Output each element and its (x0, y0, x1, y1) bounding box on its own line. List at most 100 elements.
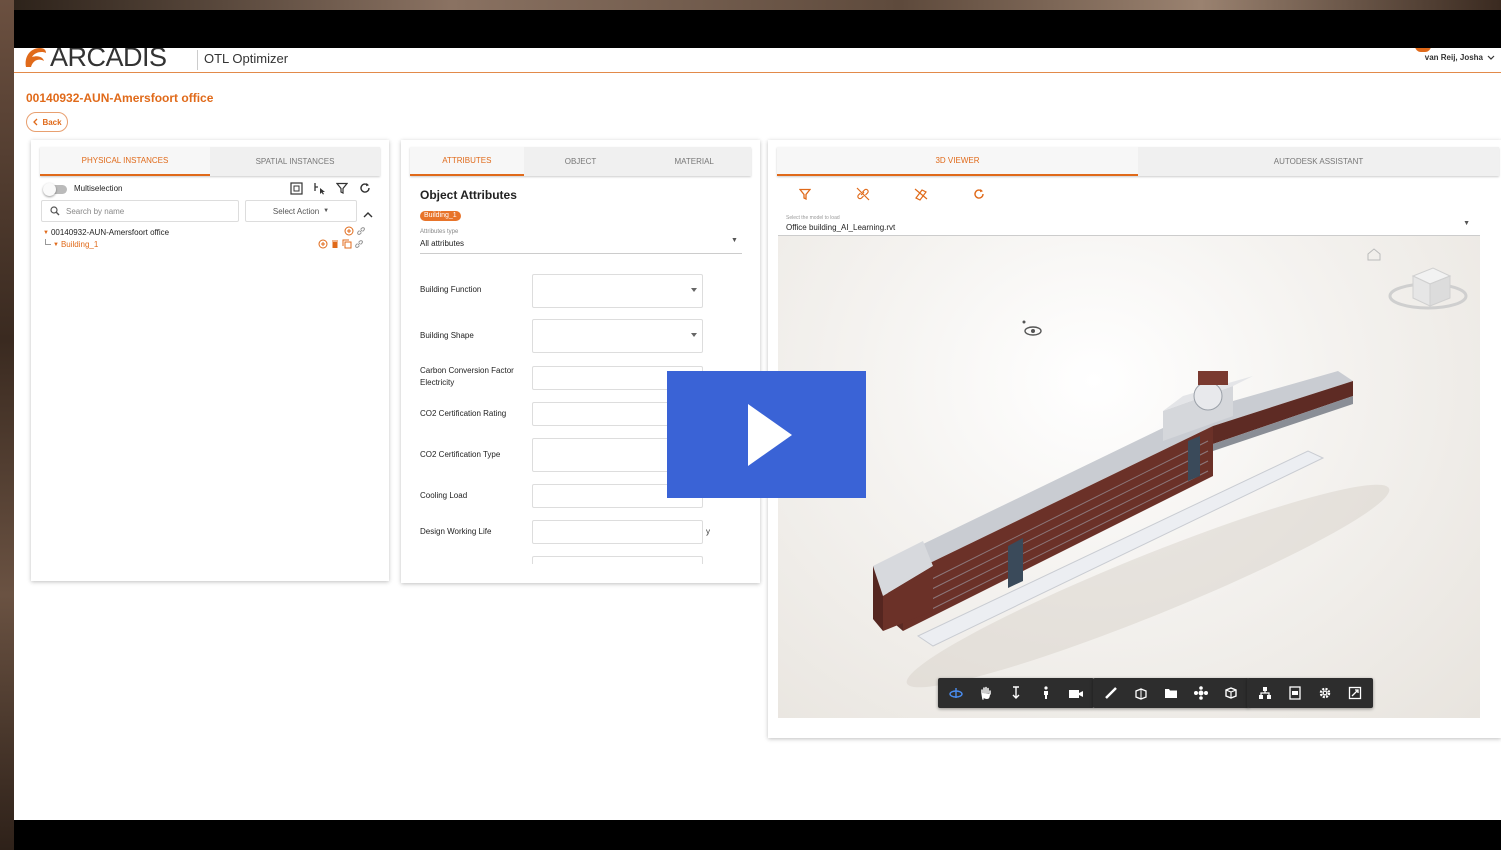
tab-autodesk-assistant[interactable]: AUTODESK ASSISTANT (1138, 147, 1499, 176)
design-working-life-input[interactable] (532, 520, 703, 544)
measure-icon[interactable] (1103, 685, 1119, 701)
model-select[interactable]: Select the model to load Office building… (778, 212, 1480, 236)
tree-node-root[interactable]: ▼ 00140932-AUN-Amersfoort office (43, 228, 169, 237)
view-cube-icon (1388, 267, 1468, 310)
design-working-life-unit: y (706, 527, 710, 536)
link-icon[interactable] (356, 226, 366, 236)
properties-icon[interactable] (1223, 685, 1239, 701)
instances-panel: PHYSICAL INSTANCES SPATIAL INSTANCES Mul… (31, 140, 389, 581)
tab-spatial-instances[interactable]: SPATIAL INSTANCES (210, 147, 380, 176)
tree-node-building-label: Building_1 (60, 240, 99, 249)
search-input[interactable] (66, 206, 226, 216)
tree-child-actions (318, 239, 364, 249)
orbit-icon[interactable] (948, 685, 964, 701)
video-letterbox-bottom (14, 820, 1501, 850)
field-label-building-function: Building Function (420, 285, 482, 294)
tree-branch-line (45, 239, 51, 245)
tab-physical-instances[interactable]: PHYSICAL INSTANCES (40, 147, 210, 176)
filter-icon[interactable] (798, 187, 812, 201)
tab-3d-viewer[interactable]: 3D VIEWER (777, 147, 1138, 176)
user-name: van Reij, Josha (1424, 53, 1483, 62)
tree-node-building[interactable]: ▼ Building_1 (45, 239, 99, 249)
camera-icon[interactable] (1068, 685, 1084, 701)
model-select-label: Select the model to load (786, 215, 840, 221)
attributes-panel: ATTRIBUTES OBJECT MATERIAL Object Attrib… (401, 140, 760, 583)
viewer-nav-group-2 (1093, 678, 1249, 708)
logo-text: ARCADIS (50, 48, 167, 72)
next-field-input[interactable] (532, 556, 703, 564)
delete-icon[interactable] (330, 239, 340, 249)
logo[interactable]: ARCADIS (22, 48, 167, 72)
field-label-building-shape: Building Shape (420, 331, 474, 340)
app-name: OTL Optimizer (204, 51, 289, 66)
caret-down-icon[interactable]: ▼ (731, 237, 738, 244)
explode-icon[interactable] (1163, 685, 1179, 701)
user-menu[interactable]: van Reij, Josha (1425, 53, 1495, 62)
instances-tabs: PHYSICAL INSTANCES SPATIAL INSTANCES (40, 147, 380, 176)
play-icon (747, 403, 792, 466)
attributes-type-label: Attributes type (420, 229, 459, 235)
chevron-down-icon (1487, 55, 1495, 60)
cursor-select-icon[interactable] (312, 181, 326, 195)
tab-object[interactable]: OBJECT (524, 147, 638, 176)
tab-attributes[interactable]: ATTRIBUTES (410, 147, 524, 176)
building-function-select[interactable] (532, 274, 703, 308)
viewer-tabs: 3D VIEWER AUTODESK ASSISTANT (777, 147, 1499, 176)
attributes-type-underline (420, 253, 742, 254)
building-model[interactable] (778, 236, 1480, 718)
attributes-type-select[interactable]: All attributes (420, 239, 464, 248)
add-circle-icon[interactable] (344, 226, 354, 236)
caret-down-icon (691, 288, 697, 292)
pan-icon[interactable] (978, 685, 994, 701)
link-icon[interactable] (354, 239, 364, 249)
viewer-toolbar (798, 187, 986, 201)
hide-icon[interactable] (914, 187, 928, 201)
back-button[interactable]: Back (26, 112, 68, 132)
chevron-up-icon[interactable] (363, 206, 373, 218)
settings-icon[interactable] (1317, 685, 1333, 701)
search-field[interactable] (41, 200, 239, 222)
unlink-icon[interactable] (856, 187, 870, 201)
viewer-nav-group-3 (1247, 678, 1373, 708)
select-action-dropdown[interactable]: Select Action ▼ (245, 200, 357, 222)
pivot-marker-icon (1022, 320, 1042, 336)
building-shape-select[interactable] (532, 319, 703, 353)
add-circle-icon[interactable] (318, 239, 328, 249)
chevron-left-icon (33, 118, 38, 126)
viewer-nav-group-1 (938, 678, 1094, 708)
caret-down-icon: ▼ (323, 208, 330, 214)
page-title: 00140932-AUN-Amersfoort office (26, 91, 214, 105)
field-label-design-working-life: Design Working Life (420, 527, 492, 536)
attributes-tabs: ATTRIBUTES OBJECT MATERIAL (410, 147, 751, 176)
expand-caret-icon[interactable]: ▼ (43, 230, 49, 236)
expand-caret-icon[interactable]: ▼ (53, 242, 59, 248)
refresh-icon[interactable] (972, 187, 986, 201)
user-avatar[interactable] (1415, 48, 1431, 52)
tab-material[interactable]: MATERIAL (637, 147, 751, 176)
multiselection-toggle[interactable] (43, 183, 67, 196)
tree-root-actions (344, 226, 366, 236)
fullscreen-icon[interactable] (1347, 685, 1363, 701)
background-strip-left (0, 0, 14, 850)
tree-node-root-label: 00140932-AUN-Amersfoort office (50, 228, 170, 237)
3d-viewport[interactable] (778, 236, 1480, 718)
app-header: ARCADIS OTL Optimizer van Reij, Josha (14, 48, 1501, 73)
refresh-icon[interactable] (358, 181, 372, 195)
zoom-icon[interactable] (1008, 685, 1024, 701)
document-icon[interactable] (1287, 685, 1303, 701)
section-icon[interactable] (1133, 685, 1149, 701)
filter-icon[interactable] (335, 181, 349, 195)
copy-icon[interactable] (342, 239, 352, 249)
home-icon (1367, 248, 1381, 261)
first-person-icon[interactable] (1038, 685, 1054, 701)
instances-toolbar (289, 181, 372, 195)
video-play-button[interactable] (667, 371, 866, 498)
field-label-co2-rating: CO2 Certification Rating (420, 409, 507, 418)
field-label-co2-type: CO2 Certification Type (420, 450, 501, 459)
model-browser-icon[interactable] (1193, 685, 1209, 701)
structure-icon[interactable] (1257, 685, 1273, 701)
background-strip-top (0, 0, 1501, 10)
select-box-icon[interactable] (289, 181, 303, 195)
back-label: Back (42, 117, 62, 127)
multiselection-label: Multiselection (74, 184, 123, 193)
